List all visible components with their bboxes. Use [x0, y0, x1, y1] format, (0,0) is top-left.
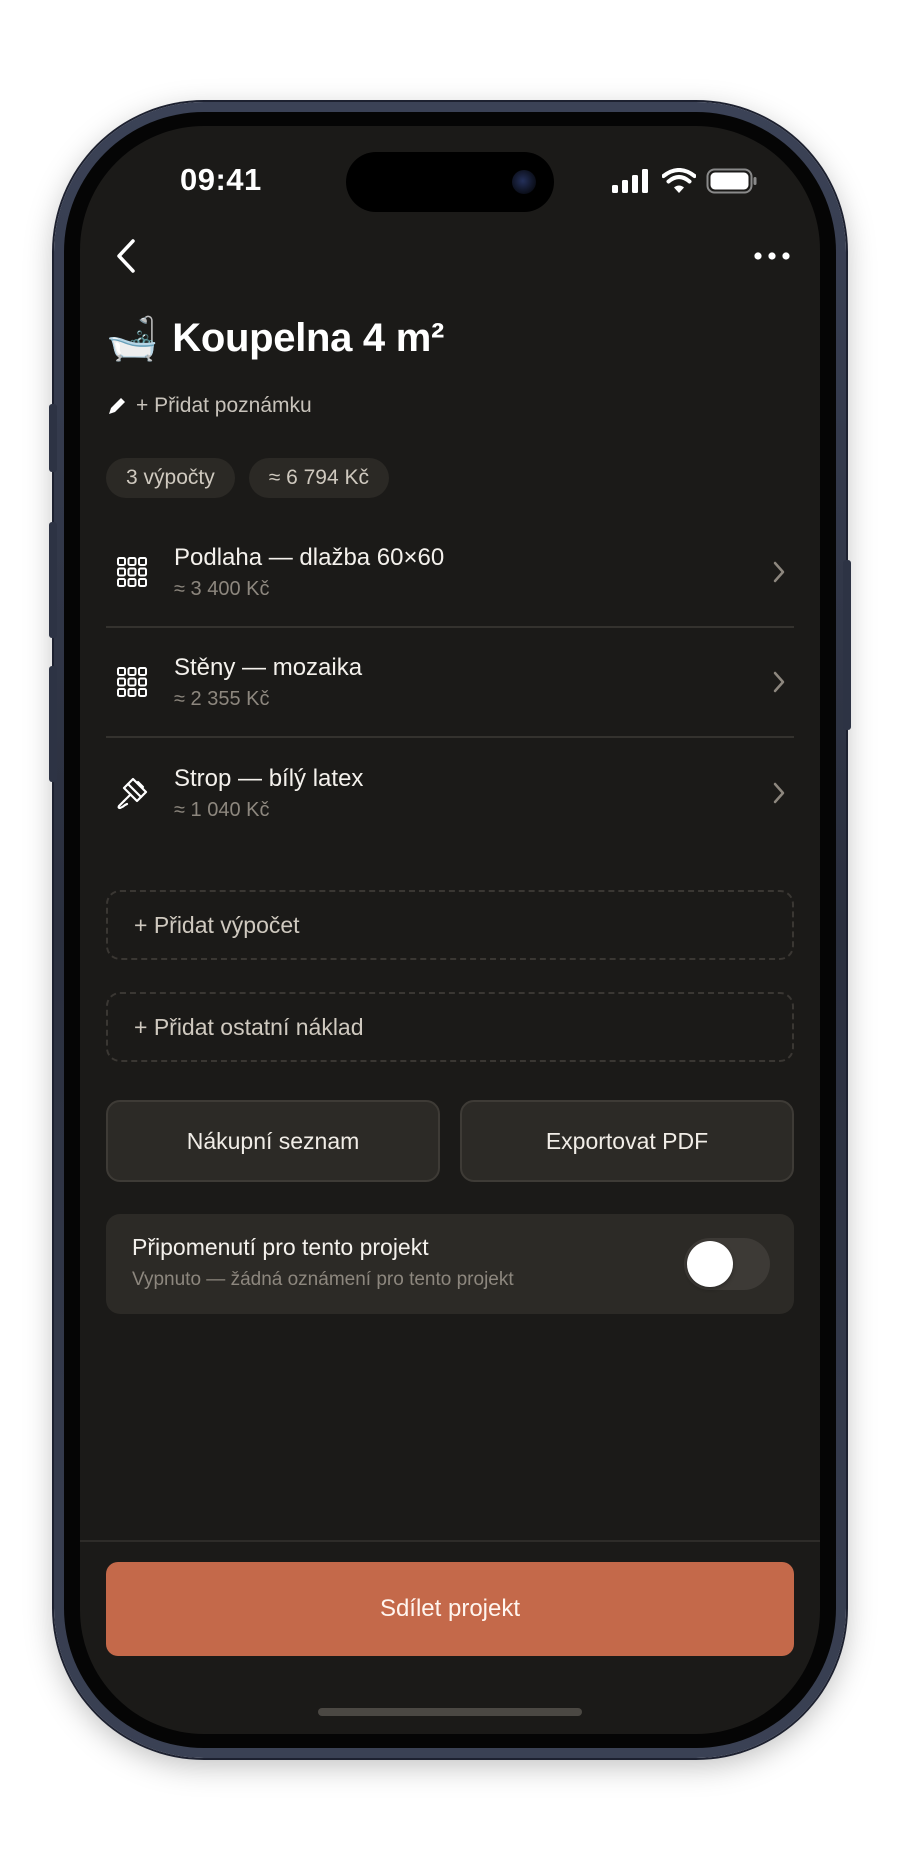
volume-up-button — [49, 522, 57, 638]
action-buttons: Nákupní seznam Exportovat PDF — [106, 1100, 794, 1182]
shopping-list-button[interactable]: Nákupní seznam — [106, 1100, 440, 1182]
action-button — [49, 404, 57, 472]
add-note-label: + Přidat poznámku — [136, 394, 312, 417]
add-other-cost-button[interactable]: + Přidat ostatní náklad — [106, 992, 794, 1062]
list-item-title: Stěny — mozaika — [174, 653, 363, 681]
list-item-text: Podlaha — dlažba 60×60 ≈ 3 400 Kč — [174, 544, 764, 601]
toggle-knob — [687, 1241, 733, 1287]
status-time: 09:41 — [180, 162, 262, 197]
paint-brush-icon — [108, 769, 156, 817]
summary-chips: 3 výpočty ≈ 6 794 Kč — [106, 458, 389, 498]
reminder-status: Vypnuto — žádná oznámení pro tento proje… — [132, 1269, 514, 1290]
camera-lens — [512, 170, 536, 194]
export-pdf-button[interactable]: Exportovat PDF — [460, 1100, 794, 1182]
wifi-icon — [662, 168, 696, 193]
pencil-icon — [109, 398, 125, 414]
tile-grid-icon — [108, 548, 156, 596]
chevron-right-icon — [764, 560, 794, 584]
list-item[interactable]: Strop — bílý latex ≈ 1 040 Kč — [106, 738, 794, 848]
list-item-price: ≈ 2 355 Kč — [174, 687, 270, 710]
list-item-text: Strop — bílý latex ≈ 1 040 Kč — [174, 765, 764, 822]
power-button — [843, 560, 851, 730]
status-icons — [612, 168, 758, 194]
chevron-left-icon — [117, 239, 135, 273]
list-item-price: ≈ 1 040 Kč — [174, 798, 270, 821]
bottom-divider — [80, 1540, 820, 1542]
ellipsis-icon — [754, 252, 790, 260]
list-item-title: Podlaha — dlažba 60×60 — [174, 543, 445, 571]
app-screen: 09:41 🛁 Koupelna 4 m² + Přidat poznámku … — [80, 126, 820, 1734]
calculation-list: Podlaha — dlažba 60×60 ≈ 3 400 Kč Stěny … — [106, 518, 794, 848]
reminder-toggle[interactable] — [684, 1238, 770, 1290]
back-button[interactable] — [104, 234, 148, 278]
total-cost-badge: ≈ 6 794 Kč — [248, 458, 389, 498]
add-calculation-button[interactable]: + Přidat výpočet — [106, 890, 794, 960]
page-title: Koupelna 4 m² — [172, 316, 444, 360]
share-project-button[interactable]: Sdílet projekt — [106, 1562, 794, 1656]
list-item-title: Strop — bílý latex — [174, 764, 364, 792]
list-item[interactable]: Podlaha — dlažba 60×60 ≈ 3 400 Kč — [106, 518, 794, 628]
cellular-signal-icon — [612, 169, 648, 193]
reminder-card: Připomenutí pro tento projekt Vypnuto — … — [106, 1214, 794, 1314]
list-item-text: Stěny — mozaika ≈ 2 355 Kč — [174, 654, 764, 711]
dynamic-island — [346, 152, 554, 212]
chevron-right-icon — [764, 670, 794, 694]
add-note-button[interactable]: + Přidat poznámku — [106, 394, 312, 418]
volume-down-button — [49, 666, 57, 782]
battery-icon — [706, 168, 757, 194]
home-indicator — [318, 1708, 582, 1716]
list-item[interactable]: Stěny — mozaika ≈ 2 355 Kč — [106, 628, 794, 738]
chevron-right-icon — [764, 781, 794, 805]
more-options-button[interactable] — [748, 234, 796, 278]
bathtub-icon: 🛁 — [106, 314, 159, 362]
list-item-price: ≈ 3 400 Kč — [174, 577, 270, 600]
tile-grid-icon — [108, 658, 156, 706]
reminder-title: Připomenutí pro tento projekt — [132, 1234, 429, 1260]
project-header: 🛁 Koupelna 4 m² — [106, 316, 444, 361]
calculations-count-badge: 3 výpočty — [106, 458, 235, 498]
